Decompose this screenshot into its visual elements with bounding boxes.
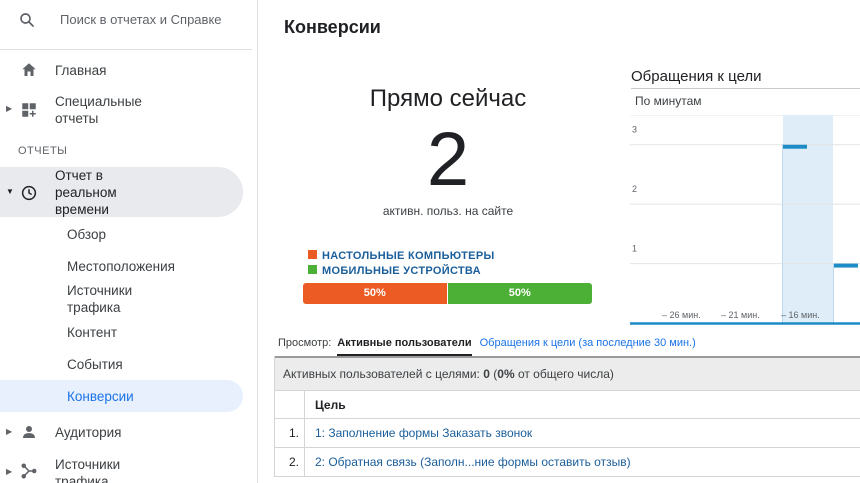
acquisition-icon	[21, 463, 37, 479]
caret-down-icon: ▼	[6, 187, 14, 196]
legend-mobile: МОБИЛЬНЫЕ УСТРОЙСТВА	[308, 265, 481, 277]
summary-prefix: Активных пользователей с целями:	[283, 367, 484, 381]
right-now-title: Прямо сейчас	[369, 85, 527, 112]
divider	[0, 49, 252, 50]
sidebar-item-label: Источники	[67, 283, 133, 298]
legend-label: НАСТОЛЬНЫЕ КОМПЬЮТЕРЫ	[322, 250, 495, 262]
summary-suffix: от общего числа)	[514, 367, 614, 381]
caret-right-icon: ▶	[6, 104, 13, 113]
active-users-count: 2	[426, 117, 470, 202]
tab-goal-hits[interactable]: Обращения к цели (за последние 30 мин.)	[480, 337, 696, 349]
chart-title: Обращения к цели	[631, 68, 762, 85]
legend-swatch	[308, 250, 317, 259]
bar	[782, 144, 807, 149]
search-input[interactable]: Поиск в отчетах и Справке	[60, 12, 222, 27]
goals-table: Активных пользователей с целями: 0 (0% о…	[274, 356, 860, 477]
caret-right-icon: ▶	[6, 467, 13, 476]
bar	[833, 263, 858, 268]
view-label: Просмотр:	[278, 337, 332, 349]
sidebar-item-label: Обзор	[67, 227, 106, 242]
sidebar-item-content[interactable]: Контент	[0, 324, 243, 344]
row-number: 2.	[275, 448, 305, 477]
nav-custom-reports[interactable]: ▶ Специальные отчеты	[0, 92, 252, 128]
row-number: 1.	[275, 419, 305, 448]
sidebar: Поиск в отчетах и Справке Главная ▶ Спец…	[0, 0, 258, 483]
nav-realtime-label-2: реальном	[55, 185, 117, 200]
nav-custom-reports-label-2: отчеты	[55, 111, 99, 126]
clock-icon	[21, 185, 37, 201]
view-switcher: Просмотр: Активные пользователи Обращения …	[278, 337, 696, 356]
caret-right-icon: ▶	[6, 427, 13, 436]
nav-home[interactable]: Главная	[0, 60, 252, 82]
nav-realtime-label-3: времени	[55, 202, 109, 217]
main-content: Конверсии Прямо сейчас 2 активн. польз. …	[268, 0, 860, 483]
sidebar-item-label: События	[67, 357, 123, 372]
search-icon	[20, 13, 34, 27]
bar-edge	[833, 263, 834, 323]
split-segment-mobile: 50%	[447, 283, 592, 304]
summary-pct: 0%	[497, 367, 515, 381]
summary-value: 0	[483, 367, 490, 381]
tab-active-users[interactable]: Активные пользователи	[337, 337, 472, 356]
person-icon	[23, 426, 35, 438]
legend-swatch	[308, 265, 317, 274]
split-segment-desktop: 50%	[303, 283, 448, 304]
nav-realtime-label-1: Отчет в	[55, 168, 103, 183]
device-split-bar: 50% 50%	[303, 283, 592, 304]
table-summary: Активных пользователей с целями: 0 (0% о…	[275, 356, 860, 391]
goal-hits-chart: 1 2 3 – 26 мин. – 21 мин. – 16 мин.	[630, 115, 860, 325]
divider	[631, 88, 860, 89]
table-header: Цель	[275, 391, 860, 419]
x-tick-label: – 26 мин.	[662, 310, 701, 320]
column-header-goal[interactable]: Цель	[315, 391, 346, 420]
sidebar-item-locations[interactable]: Местоположения	[0, 258, 243, 278]
nav-audience[interactable]: ▶ Аудитория	[0, 423, 252, 443]
page-title: Конверсии	[284, 17, 381, 37]
legend-label: МОБИЛЬНЫЕ УСТРОЙСТВА	[322, 265, 481, 277]
sidebar-item-label: Местоположения	[67, 259, 175, 274]
sidebar-item-traffic-sources[interactable]: Источники трафика	[0, 282, 243, 316]
home-icon	[22, 63, 36, 76]
nav-custom-reports-label-1: Специальные	[55, 94, 142, 109]
sidebar-item-label: Контент	[67, 325, 118, 340]
sidebar-item-label: Конверсии	[67, 389, 134, 404]
sidebar-item-events[interactable]: События	[0, 356, 243, 376]
bar-edge	[782, 144, 783, 323]
goal-link[interactable]: 2: Обратная связь (Заполн...ние формы ос…	[315, 448, 631, 477]
search-box[interactable]: Поиск в отчетах и Справке	[0, 0, 252, 40]
sidebar-item-label: трафика	[67, 300, 121, 315]
sidebar-item-overview[interactable]: Обзор	[0, 226, 243, 246]
nav-acquisition-label-2: трафика	[55, 474, 109, 483]
num-col-header	[275, 391, 305, 419]
x-tick-label: – 21 мин.	[721, 310, 760, 320]
nav-audience-label: Аудитория	[55, 425, 122, 440]
nav-home-label: Главная	[55, 63, 107, 78]
y-tick-label: 2	[632, 184, 637, 194]
dashboard-icon	[22, 103, 36, 117]
nav-acquisition-label-1: Источники	[55, 457, 121, 472]
chart-subtitle: По минутам	[635, 94, 702, 108]
goal-link[interactable]: 1: Заполнение формы Заказать звонок	[315, 419, 532, 448]
y-tick-label: 3	[632, 125, 637, 135]
y-tick-label: 1	[632, 244, 637, 254]
table-row: 1. 1: Заполнение формы Заказать звонок	[275, 419, 860, 448]
table-row: 2. 2: Обратная связь (Заполн...ние формы…	[275, 448, 860, 477]
legend-desktop: НАСТОЛЬНЫЕ КОМПЬЮТЕРЫ	[308, 250, 495, 262]
section-reports-heading: ОТЧЕТЫ	[18, 145, 68, 157]
active-users-caption: активн. польз. на сайте	[382, 204, 514, 218]
nav-acquisition[interactable]: ▶ Источники трафика	[0, 455, 252, 483]
x-tick-label: – 16 мин.	[781, 310, 820, 320]
